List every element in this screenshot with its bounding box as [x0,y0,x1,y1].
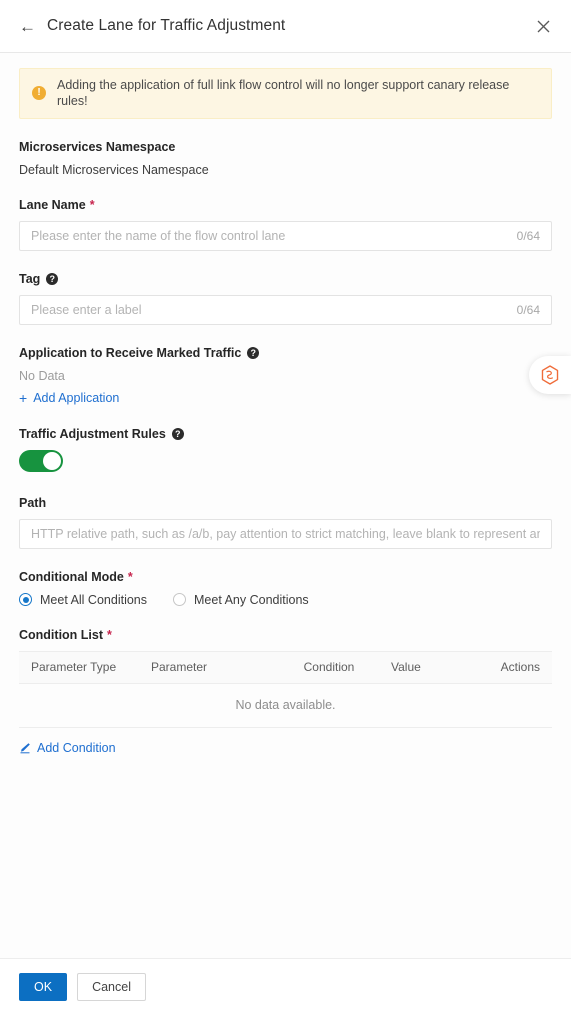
field-path: Path [19,496,552,549]
lane-name-label: Lane Name * [19,198,552,212]
close-icon[interactable] [533,16,553,36]
required-indicator: * [127,569,133,584]
warning-icon: ! [32,86,46,101]
radio-mark-icon [19,593,32,606]
lane-name-char-counter: 0/64 [516,228,540,243]
hexagon-logo-icon [541,365,559,385]
help-icon[interactable]: ? [247,346,260,359]
field-condition-list: Condition List * Parameter Type Paramete… [19,628,552,757]
radio-meet-any-conditions[interactable]: Meet Any Conditions [173,593,309,607]
panel-body: ! Adding the application of full link fl… [0,53,571,958]
application-label: Application to Receive Marked Traffic ? [19,346,552,360]
warning-banner-text: Adding the application of full link flow… [57,78,510,109]
field-application-marked-traffic: Application to Receive Marked Traffic ? … [19,346,552,406]
path-input[interactable] [31,519,540,548]
traffic-rules-toggle[interactable] [19,449,63,472]
namespace-value: Default Microservices Namespace [19,162,209,177]
application-label-text: Application to Receive Marked Traffic [19,345,242,360]
path-label-text: Path [19,495,47,510]
conditional-mode-label-text: Conditional Mode [19,569,124,584]
condition-table-head: Parameter Type Parameter Condition Value… [19,650,552,684]
condition-list-label-text: Condition List [19,627,104,642]
radio-meet-all-label: Meet All Conditions [40,592,148,607]
add-condition-wrap: Add Condition [19,741,552,757]
lane-name-label-text: Lane Name [19,197,86,212]
arrow-left-icon[interactable]: ← [19,18,36,35]
help-icon[interactable]: ? [46,272,59,285]
application-no-data: No Data [19,368,65,383]
radio-meet-all-conditions[interactable]: Meet All Conditions [19,593,147,607]
required-indicator: * [89,197,95,212]
condition-table-body: No data available. [19,683,552,728]
radio-meet-any-label: Meet Any Conditions [194,592,309,607]
path-input-wrap[interactable] [19,518,552,549]
tag-char-counter: 0/64 [516,302,540,317]
create-lane-panel: ← Create Lane for Traffic Adjustment ! A… [0,0,571,1015]
tag-input[interactable] [31,295,509,324]
conditional-mode-radio-group: Meet All Conditions Meet Any Conditions [19,593,552,607]
toggle-knob [43,451,61,470]
panel-footer: OK Cancel [0,958,571,1015]
column-actions: Actions [469,650,552,684]
ok-button[interactable]: OK [19,973,68,1001]
condition-list-label: Condition List * [19,628,552,642]
column-parameter: Parameter [139,650,279,684]
floating-help-widget[interactable] [529,356,571,394]
column-value: Value [379,650,469,684]
namespace-label: Microservices Namespace [19,140,552,154]
edit-pencil-glyph [20,742,30,753]
field-traffic-adjustment-rules: Traffic Adjustment Rules ? [19,427,552,475]
table-empty-row: No data available. [19,683,552,728]
lane-name-input-wrap[interactable]: 0/64 [19,220,552,251]
panel-header: ← Create Lane for Traffic Adjustment [0,0,571,53]
radio-mark-icon [173,593,187,606]
required-indicator: * [107,627,112,642]
page-title: Create Lane for Traffic Adjustment [47,17,286,34]
conditional-mode-label: Conditional Mode * [19,570,552,584]
column-parameter-type: Parameter Type [19,650,139,684]
field-microservices-namespace: Microservices Namespace Default Microser… [19,140,552,177]
plus-icon: + [19,389,28,406]
cancel-button[interactable]: Cancel [77,973,146,1001]
add-application-label: Add Application [33,390,120,405]
table-empty-message: No data available. [19,683,552,728]
traffic-rules-label: Traffic Adjustment Rules ? [19,427,552,441]
lane-name-input[interactable] [31,221,509,250]
add-application-button[interactable]: + Add Application [19,391,119,405]
column-condition: Condition [279,650,379,684]
tag-label: Tag ? [19,272,552,286]
namespace-label-text: Microservices Namespace [19,139,176,154]
close-glyph [537,20,549,32]
add-condition-label: Add Condition [37,740,116,755]
field-tag: Tag ? 0/64 [19,272,552,325]
tag-input-wrap[interactable]: 0/64 [19,294,552,325]
warning-banner: ! Adding the application of full link fl… [19,68,552,119]
add-condition-button[interactable]: Add Condition [19,741,116,755]
table-header-row: Parameter Type Parameter Condition Value… [19,650,552,684]
help-icon[interactable]: ? [171,427,184,440]
field-conditional-mode: Conditional Mode * Meet All Conditions M… [19,570,552,607]
condition-table: Parameter Type Parameter Condition Value… [19,650,552,728]
field-lane-name: Lane Name * 0/64 [19,198,552,251]
path-label: Path [19,496,552,510]
tag-label-text: Tag [19,271,41,286]
edit-pencil-icon [19,742,31,754]
traffic-rules-label-text: Traffic Adjustment Rules [19,426,166,441]
